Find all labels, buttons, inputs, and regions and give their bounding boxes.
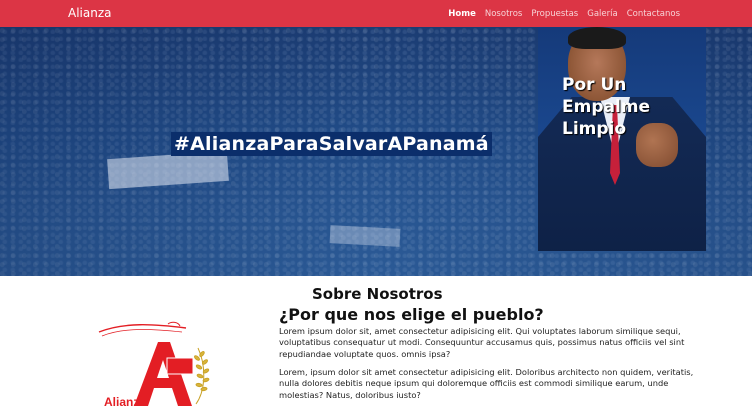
about-paragraph: Lorem ipsum dolor sit, amet consectetur … [279, 326, 685, 359]
about-subtitle: ¿Por que nos elige el pueblo? [279, 305, 544, 324]
slogan-line: Empalme [562, 97, 651, 117]
crowd-sign [329, 225, 401, 247]
hero-slogan: Por Un Empalme Limpio [562, 74, 650, 140]
alianza-logo: Alianza [98, 321, 210, 406]
nav-link-home[interactable]: Home [448, 9, 476, 19]
navbar: Alianza Home Nosotros Propuestas Galería… [0, 0, 752, 27]
logo-text: Alianza [104, 395, 146, 406]
slogan-line: Limpio [562, 119, 627, 139]
about-paragraph: Lorem, ipsum dolor sit amet consectetur … [279, 367, 694, 400]
nav-link-propuestas[interactable]: Propuestas [531, 9, 578, 19]
slogan-line: Por Un [562, 75, 627, 95]
nav-link-contactanos[interactable]: Contactanos [627, 9, 680, 19]
nav-link-nosotros[interactable]: Nosotros [485, 9, 522, 19]
nav-link-galeria[interactable]: Galería [587, 9, 617, 19]
nav-links: Home Nosotros Propuestas Galería Contact… [448, 0, 680, 27]
about-title: Sobre Nosotros [312, 285, 443, 303]
hero-hashtag: #AlianzaParaSalvarAPanamá [171, 132, 492, 156]
hero-banner: #AlianzaParaSalvarAPanamá [0, 27, 752, 276]
candidate-hair [568, 27, 626, 49]
brand-link[interactable]: Alianza [68, 6, 112, 20]
